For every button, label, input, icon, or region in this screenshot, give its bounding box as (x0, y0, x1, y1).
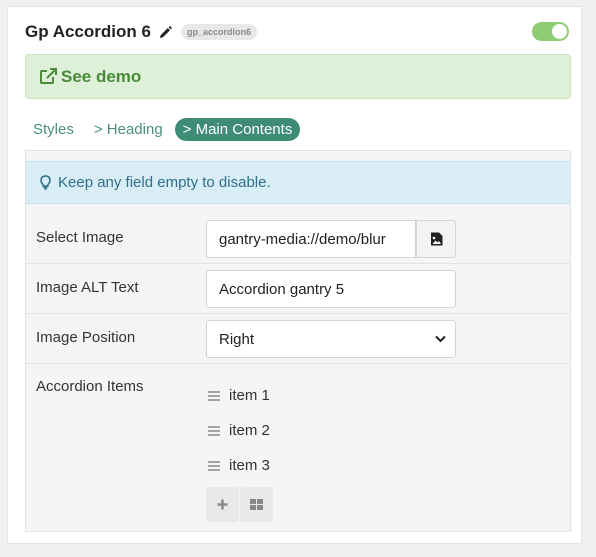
drag-handle-icon[interactable] (208, 460, 220, 471)
row-image-alt: Image ALT Text Accordion gantry 5 (26, 264, 570, 314)
card-header: Gp Accordion 6 gp_accordion6 (25, 19, 569, 45)
main-contents-panel: Keep any field empty to disable. Select … (25, 150, 571, 532)
info-alert: Keep any field empty to disable. (26, 161, 570, 204)
particle-title: Gp Accordion 6 (25, 22, 151, 41)
image-position-label: Image Position (36, 329, 136, 346)
add-item-button[interactable] (206, 487, 239, 522)
row-image-position: Image Position Right (26, 314, 570, 364)
pencil-icon[interactable] (159, 25, 172, 39)
row-select-image: Select Image gantry-media://demo/blur (26, 214, 570, 264)
image-path-input[interactable]: gantry-media://demo/blur (206, 220, 416, 258)
accordion-item[interactable]: item 3 (208, 457, 270, 474)
tab-bar: Styles > Heading > Main Contents (25, 118, 304, 141)
grid-icon (250, 499, 263, 510)
enable-toggle[interactable] (532, 22, 569, 41)
accordion-item-label: item 3 (229, 457, 270, 474)
image-alt-input[interactable]: Accordion gantry 5 (206, 270, 456, 308)
collection-grid-button[interactable] (240, 487, 273, 522)
image-alt-label: Image ALT Text (36, 279, 139, 296)
lightbulb-icon (40, 175, 51, 190)
accordion-item[interactable]: item 1 (208, 387, 270, 404)
see-demo-link[interactable]: See demo (25, 54, 571, 99)
select-image-label: Select Image (36, 229, 124, 246)
accordion-item-label: item 1 (229, 387, 270, 404)
plus-icon (217, 499, 228, 510)
chevron-down-icon (435, 335, 446, 343)
external-link-icon (40, 68, 57, 84)
image-icon (430, 232, 442, 246)
toggle-knob (552, 24, 567, 39)
tab-heading[interactable]: > Heading (86, 118, 171, 141)
accordion-items-label: Accordion Items (36, 378, 144, 395)
image-picker-button[interactable] (416, 220, 456, 258)
tab-styles[interactable]: Styles (25, 118, 82, 141)
image-position-value: Right (219, 330, 255, 348)
image-position-select[interactable]: Right (206, 320, 456, 358)
see-demo-label: See demo (61, 66, 142, 86)
drag-handle-icon[interactable] (208, 390, 220, 401)
accordion-item-label: item 2 (229, 422, 270, 439)
accordion-settings-card: Gp Accordion 6 gp_accordion6 See demo St… (7, 6, 582, 544)
row-accordion-items: Accordion Items (26, 364, 570, 532)
tab-main-contents[interactable]: > Main Contents (174, 118, 301, 141)
accordion-item[interactable]: item 2 (208, 422, 270, 439)
drag-handle-icon[interactable] (208, 425, 220, 436)
particle-id-badge: gp_accordion6 (180, 24, 257, 40)
info-text: Keep any field empty to disable. (58, 174, 271, 191)
